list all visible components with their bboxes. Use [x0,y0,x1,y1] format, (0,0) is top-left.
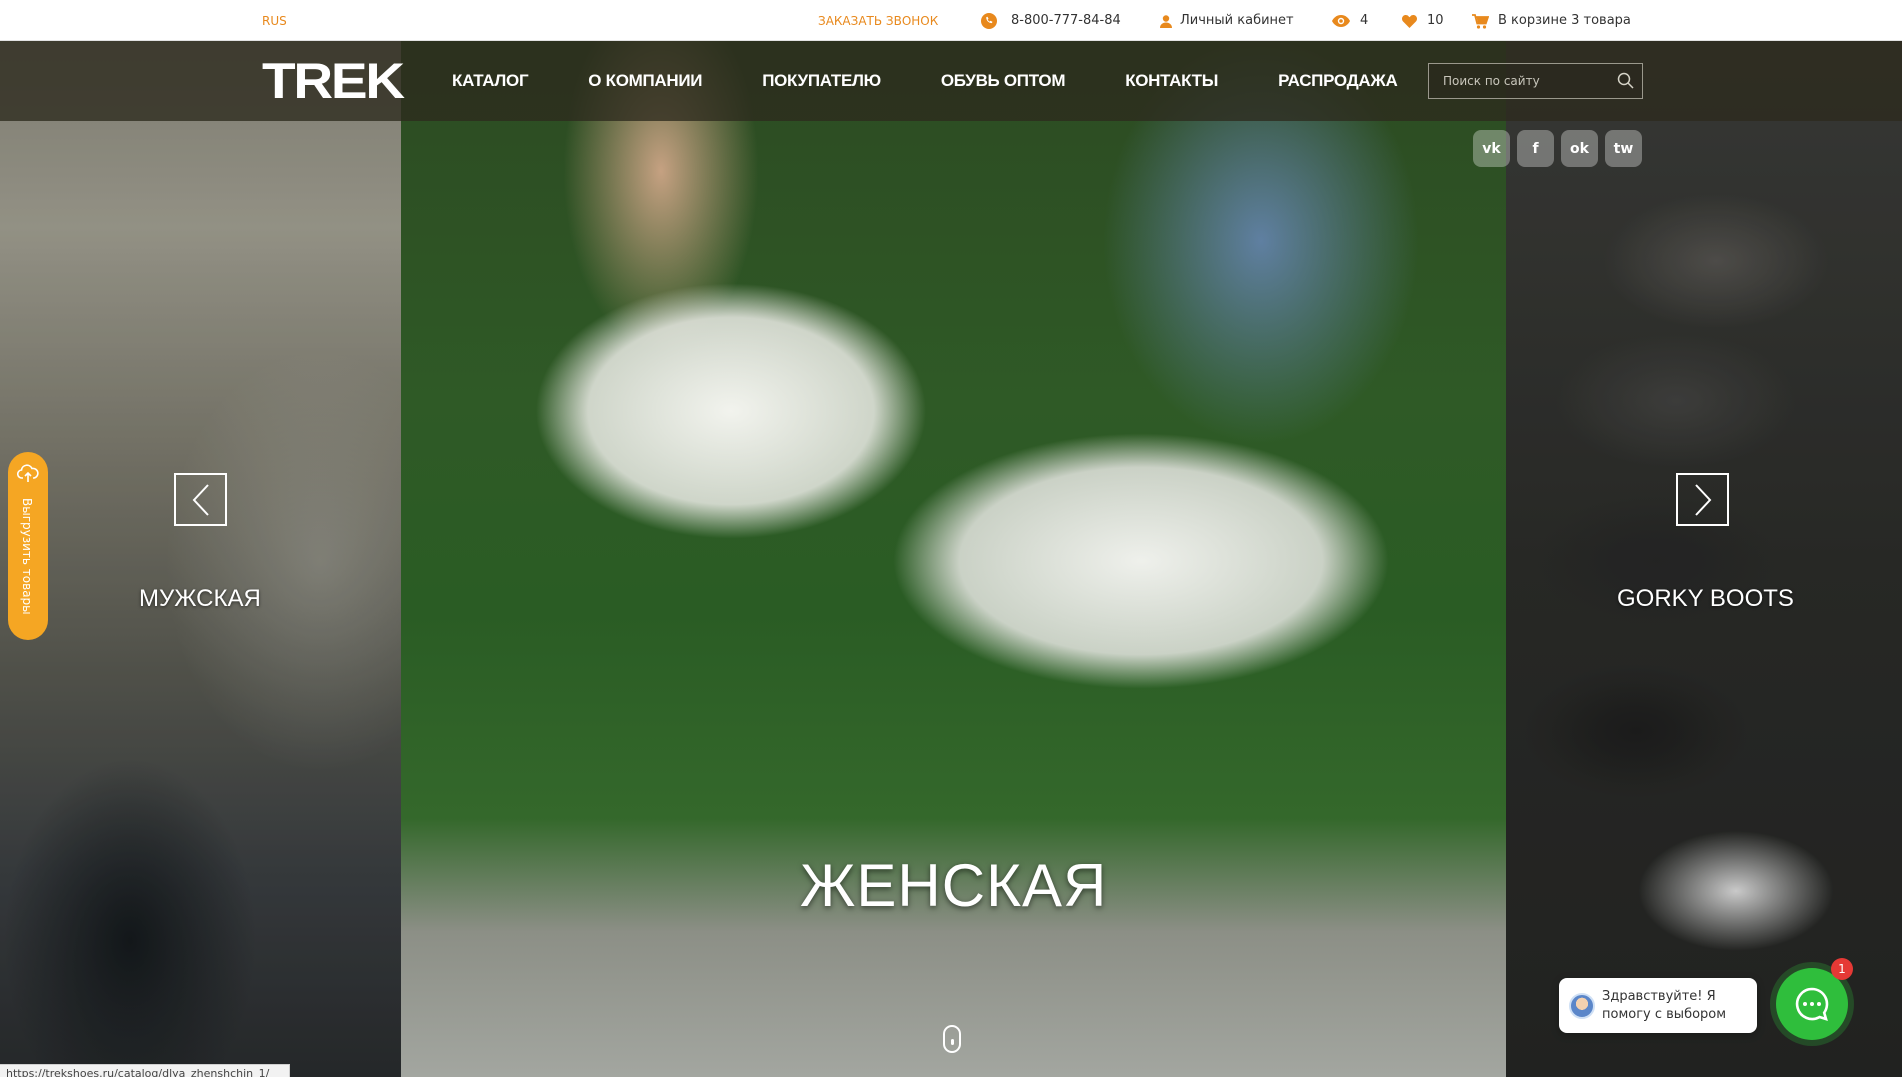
hero-panel-gorky-boots[interactable] [1506,41,1902,1077]
cloud-upload-icon [16,462,39,489]
hero-panel-women[interactable] [401,41,1506,1077]
slider-next-button[interactable] [1676,473,1729,526]
hero-panel-men[interactable] [0,41,401,1077]
export-tab-label: Выгрузить товары [20,498,34,615]
cart-icon [1472,13,1489,29]
nav-catalog[interactable]: КАТАЛОГ [452,71,529,91]
slider-prev-button[interactable] [174,473,227,526]
twitter-icon[interactable]: tw [1605,130,1642,167]
nav-about[interactable]: О КОМПАНИИ [588,71,702,91]
account-link[interactable]: Личный кабинет [1160,13,1294,29]
phone-link[interactable]: 8-800-777-84-84 [981,13,1121,29]
search-input[interactable] [1429,64,1609,98]
facebook-icon[interactable]: f [1517,130,1554,167]
operator-avatar [1569,993,1595,1019]
site-logo[interactable]: TREK [262,55,405,107]
callback-link[interactable]: ЗАКАЗАТЬ ЗВОНОК [818,13,938,29]
panel-overlay [1506,41,1902,1077]
slide-title-women[interactable]: ЖЕНСКАЯ [800,851,1107,920]
cart-summary: В корзине 3 товара [1498,13,1631,28]
favorites-count: 10 [1427,13,1444,28]
social-links: vk f ok tw [1473,130,1642,167]
account-label: Личный кабинет [1180,13,1294,28]
search-box [1428,63,1643,99]
views-count: 4 [1360,13,1369,28]
panel-overlay [0,41,401,1077]
top-bar: RUS ЗАКАЗАТЬ ЗВОНОК 8-800-777-84-84 Личн… [0,0,1902,41]
nav-contacts[interactable]: КОНТАКТЫ [1125,71,1218,91]
vk-icon[interactable]: vk [1473,130,1510,167]
export-products-tab[interactable]: Выгрузить товары [8,452,48,640]
slide-label-gorky-boots[interactable]: GORKY BOOTS [1617,585,1794,613]
odnoklassniki-icon[interactable]: ok [1561,130,1598,167]
chat-unread-badge: 1 [1831,958,1853,980]
viewed-products[interactable]: 4 [1332,13,1368,29]
main-nav: КАТАЛОГ О КОМПАНИИ ПОКУПАТЕЛЮ ОБУВЬ ОПТО… [452,71,1398,91]
user-icon [1160,14,1172,28]
chat-icon [1795,987,1829,1021]
status-bar-url: https://trekshoes.ru/catalog/dlya_zhensh… [0,1064,290,1077]
favorites-link[interactable]: 10 [1402,13,1444,29]
chat-greeting-text: Здравствуйте! Я помогу с выбором [1602,989,1727,1022]
nav-wholesale[interactable]: ОБУВЬ ОПТОМ [941,71,1066,91]
phone-number: 8-800-777-84-84 [1011,13,1121,28]
heart-icon [1402,14,1417,28]
eye-icon [1332,15,1350,27]
chevron-left-icon [192,483,209,516]
phone-icon [981,13,997,29]
search-icon [1617,72,1634,89]
language-switch[interactable]: RUS [262,13,287,29]
scroll-down-indicator[interactable] [943,1025,961,1053]
chat-greeting-bubble[interactable]: Здравствуйте! Я помогу с выбором [1559,978,1757,1033]
cart-link[interactable]: В корзине 3 товара [1472,13,1631,29]
chevron-right-icon [1694,483,1711,516]
main-header: TREK КАТАЛОГ О КОМПАНИИ ПОКУПАТЕЛЮ ОБУВЬ… [0,41,1902,121]
nav-customers[interactable]: ПОКУПАТЕЛЮ [762,71,881,91]
nav-sale[interactable]: РАСПРОДАЖА [1278,71,1398,91]
search-button[interactable] [1617,72,1634,94]
slide-label-men[interactable]: МУЖСКАЯ [139,585,261,613]
